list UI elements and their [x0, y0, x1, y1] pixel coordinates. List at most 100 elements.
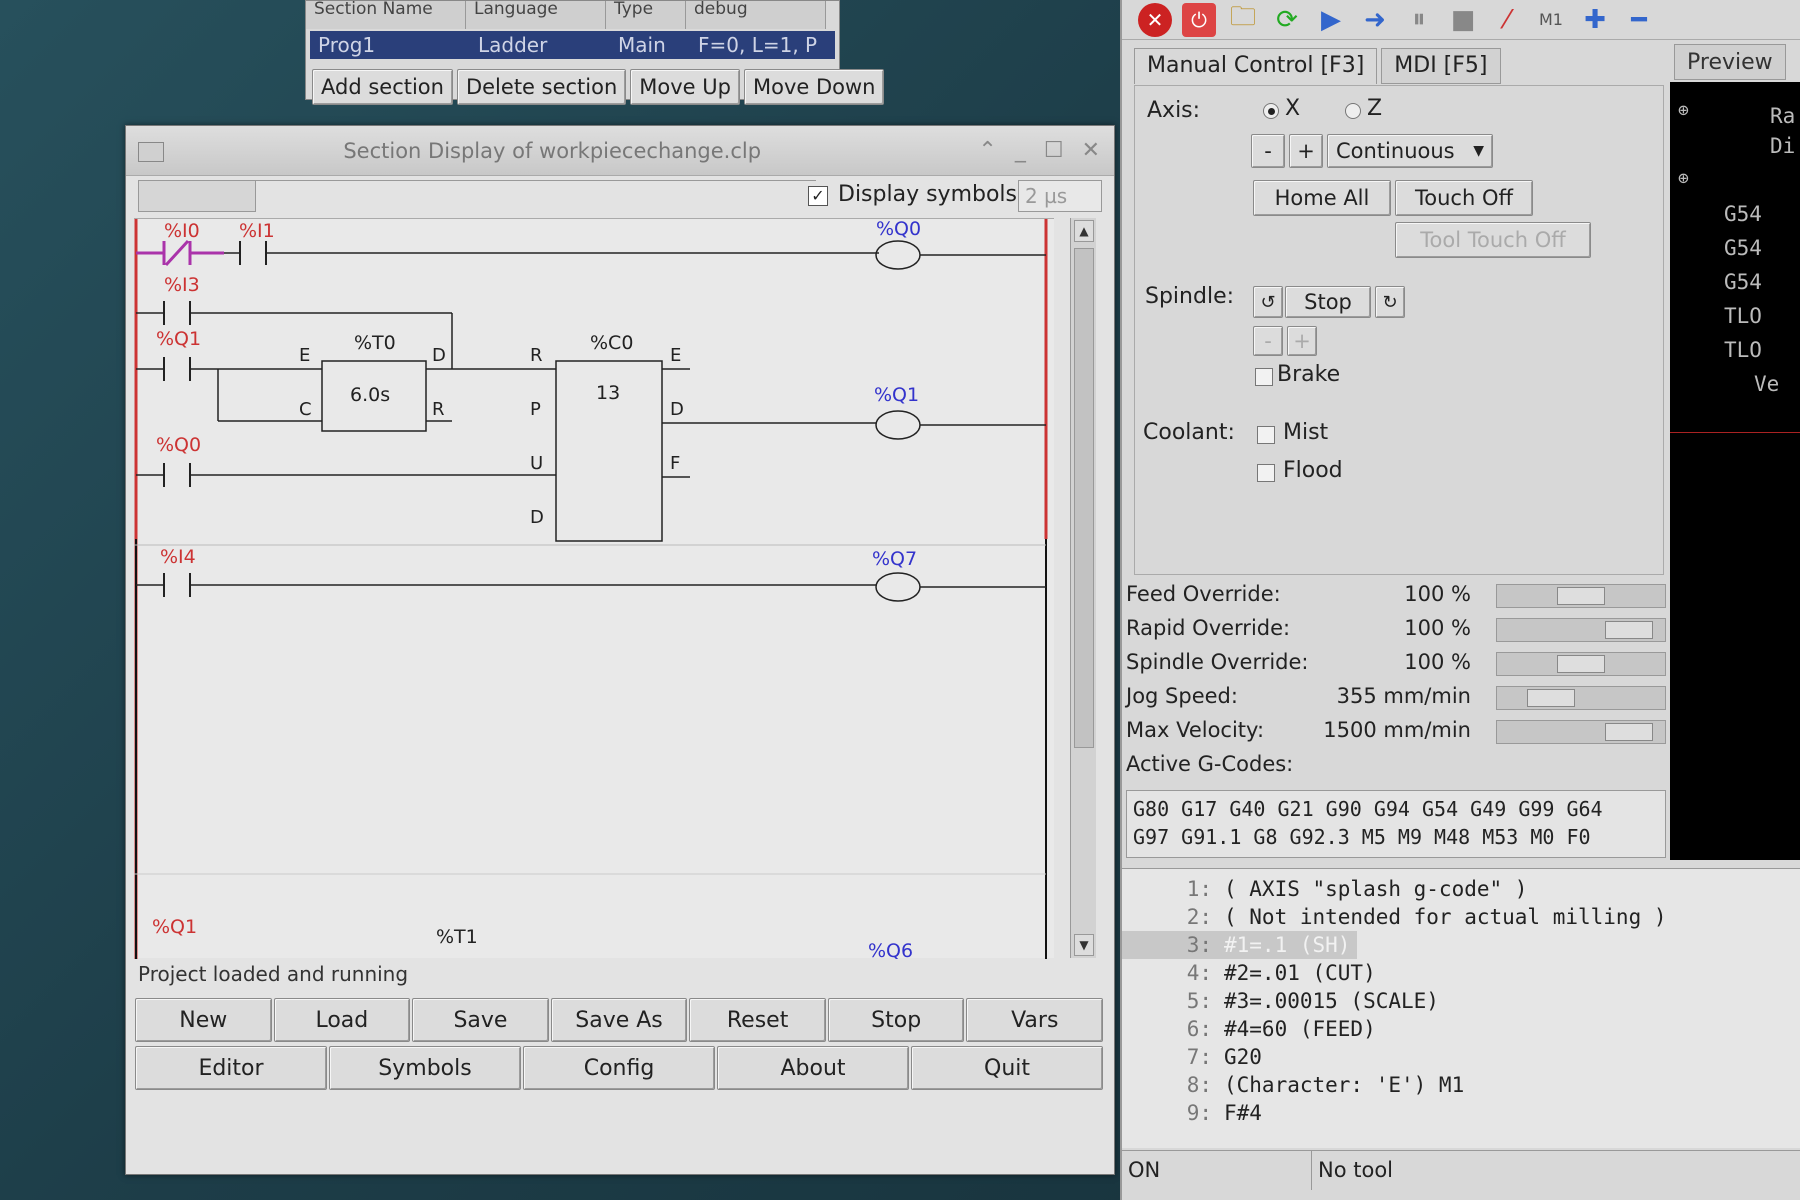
tab-manual-control[interactable]: Manual Control [F3]	[1134, 48, 1378, 84]
shade-icon[interactable]: ⌃	[978, 138, 996, 163]
line-text: ( AXIS "splash g-code" )	[1224, 877, 1528, 901]
max-velocity-row: Max Velocity: 1500 mm/min	[1126, 716, 1686, 750]
axis-x-radio[interactable]	[1263, 103, 1279, 119]
code-line[interactable]: 5: #3=.00015 (SCALE)	[1122, 987, 1439, 1015]
delete-section-button[interactable]: Delete section	[456, 69, 627, 105]
window-menu-icon[interactable]	[138, 142, 164, 162]
contact-label-i0: %I0	[164, 220, 200, 242]
code-line[interactable]: 8: (Character: 'E') M1	[1122, 1071, 1465, 1099]
code-line[interactable]: 7: G20	[1122, 1043, 1262, 1071]
code-line[interactable]: 4: #2=.01 (CUT)	[1122, 959, 1376, 987]
counter-pin-u: U	[530, 453, 543, 474]
code-line[interactable]: 9: F#4	[1122, 1099, 1262, 1127]
editor-button[interactable]: Editor	[135, 1046, 327, 1090]
move-up-button[interactable]: Move Up	[630, 69, 740, 105]
quit-button[interactable]: Quit	[911, 1046, 1103, 1090]
code-line[interactable]: 6: #4=60 (FEED)	[1122, 1015, 1376, 1043]
preview-canvas[interactable]: ⊕ ⊕ Ra Di G54 G54 G54 TLO TLO Ve	[1670, 82, 1800, 860]
tool-touch-off-button[interactable]: Tool Touch Off	[1395, 222, 1591, 258]
gcode-listing[interactable]: 1: ( AXIS "splash g-code" ) 2: ( Not inten…	[1122, 868, 1800, 1148]
coil-label-q7: %Q7	[872, 548, 917, 570]
spindle-override-slider[interactable]	[1496, 652, 1666, 676]
jog-mode-select[interactable]: Continuous ▼	[1327, 134, 1493, 168]
add-section-button[interactable]: Add section	[312, 69, 453, 105]
col-section-name[interactable]: Section Name	[306, 1, 466, 29]
flood-checkbox[interactable]	[1257, 464, 1275, 482]
coil-q0[interactable]	[875, 240, 921, 270]
rung-selector[interactable]	[138, 180, 256, 212]
reload-icon[interactable]: ⟳	[1270, 3, 1304, 37]
tool-status: No tool	[1312, 1151, 1800, 1190]
scroll-up-icon[interactable]: ▲	[1074, 220, 1094, 242]
col-type[interactable]: Type	[606, 1, 686, 29]
code-line-current[interactable]: 3: #1=.1 (SH)	[1122, 931, 1357, 959]
coil-q7[interactable]	[875, 572, 921, 602]
touch-off-button[interactable]: Touch Off	[1395, 180, 1533, 216]
line-text: #3=.00015 (SCALE)	[1224, 989, 1439, 1013]
estop-icon[interactable]: ✕	[1138, 2, 1172, 37]
section-row-prog1[interactable]: Prog1 Ladder Main F=0, L=1, P	[310, 31, 835, 59]
power-icon[interactable]: ⏻	[1182, 2, 1216, 37]
maximize-icon[interactable]: ☐	[1044, 138, 1064, 163]
line-number: 9:	[1186, 1101, 1212, 1125]
spindle-override-knob[interactable]	[1557, 655, 1605, 673]
spindle-cw-icon[interactable]: ↻	[1375, 286, 1405, 318]
window-titlebar[interactable]: Section Display of workpiecechange.clp ⌃…	[126, 126, 1114, 176]
load-button[interactable]: Load	[273, 998, 411, 1042]
display-symbols-checkbox[interactable]: ✓	[808, 186, 828, 206]
about-button[interactable]: About	[717, 1046, 909, 1090]
move-down-button[interactable]: Move Down	[743, 69, 885, 105]
max-velocity-slider[interactable]	[1496, 720, 1666, 744]
stop-icon[interactable]: ■	[1446, 3, 1480, 37]
save-as-button[interactable]: Save As	[550, 998, 688, 1042]
run-icon[interactable]: ▶	[1314, 3, 1348, 37]
scroll-down-icon[interactable]: ▼	[1074, 934, 1094, 956]
optional-stop-icon[interactable]: M1	[1534, 3, 1568, 37]
axis-z-radio[interactable]	[1345, 103, 1361, 119]
config-button[interactable]: Config	[523, 1046, 715, 1090]
zoom-out-icon[interactable]: ━	[1622, 3, 1656, 37]
pause-icon[interactable]: ⏸	[1402, 3, 1436, 37]
ladder-scrollbar[interactable]: ▲ ▼	[1070, 218, 1096, 958]
col-debug[interactable]: debug	[686, 1, 826, 29]
spindle-slower-button[interactable]: -	[1253, 326, 1283, 356]
counter-pin-e-out: E	[670, 345, 681, 366]
vars-button[interactable]: Vars	[966, 998, 1104, 1042]
spindle-ccw-icon[interactable]: ↺	[1253, 286, 1283, 318]
coil-q1[interactable]	[875, 410, 921, 440]
save-button[interactable]: Save	[412, 998, 549, 1042]
close-icon[interactable]: ✕	[1082, 138, 1100, 163]
open-file-icon[interactable]: 🗀	[1226, 2, 1260, 37]
spindle-stop-button[interactable]: Stop	[1285, 286, 1371, 318]
stop-button[interactable]: Stop	[827, 998, 965, 1042]
spindle-faster-button[interactable]: +	[1287, 326, 1317, 356]
ladder-diagram[interactable]: %I0 %I1 %Q0 %I3 %Q1 %T0 6.0s E C D R %C0…	[134, 218, 1054, 962]
col-language[interactable]: Language	[466, 1, 606, 29]
skip-icon[interactable]: ⁄	[1490, 3, 1524, 37]
timer-t1-label: %T1	[436, 926, 478, 948]
zoom-in-icon[interactable]: ✚	[1578, 3, 1612, 37]
new-button[interactable]: New	[135, 998, 272, 1042]
scroll-thumb[interactable]	[1074, 248, 1094, 748]
tab-mdi[interactable]: MDI [F5]	[1381, 48, 1501, 84]
rapid-override-knob[interactable]	[1605, 621, 1653, 639]
code-line[interactable]: 2: ( Not intended for actual milling )	[1122, 903, 1667, 931]
rapid-override-value: 100 %	[1404, 616, 1471, 640]
rapid-override-slider[interactable]	[1496, 618, 1666, 642]
reset-button[interactable]: Reset	[689, 998, 826, 1042]
symbols-button[interactable]: Symbols	[329, 1046, 521, 1090]
feed-override-slider[interactable]	[1496, 584, 1666, 608]
jog-minus-button[interactable]: -	[1251, 134, 1285, 168]
home-all-button[interactable]: Home All	[1253, 180, 1391, 216]
jog-speed-slider[interactable]	[1496, 686, 1666, 710]
mist-checkbox[interactable]	[1257, 426, 1275, 444]
tab-preview[interactable]: Preview	[1674, 44, 1786, 80]
feed-override-knob[interactable]	[1557, 587, 1605, 605]
brake-checkbox[interactable]	[1255, 368, 1273, 386]
code-line[interactable]: 1: ( AXIS "splash g-code" )	[1122, 875, 1528, 903]
max-velocity-knob[interactable]	[1605, 723, 1653, 741]
jog-plus-button[interactable]: +	[1289, 134, 1323, 168]
jog-speed-knob[interactable]	[1527, 689, 1575, 707]
minimize-icon[interactable]: _	[1015, 138, 1026, 163]
step-icon[interactable]: ➜	[1358, 3, 1392, 37]
